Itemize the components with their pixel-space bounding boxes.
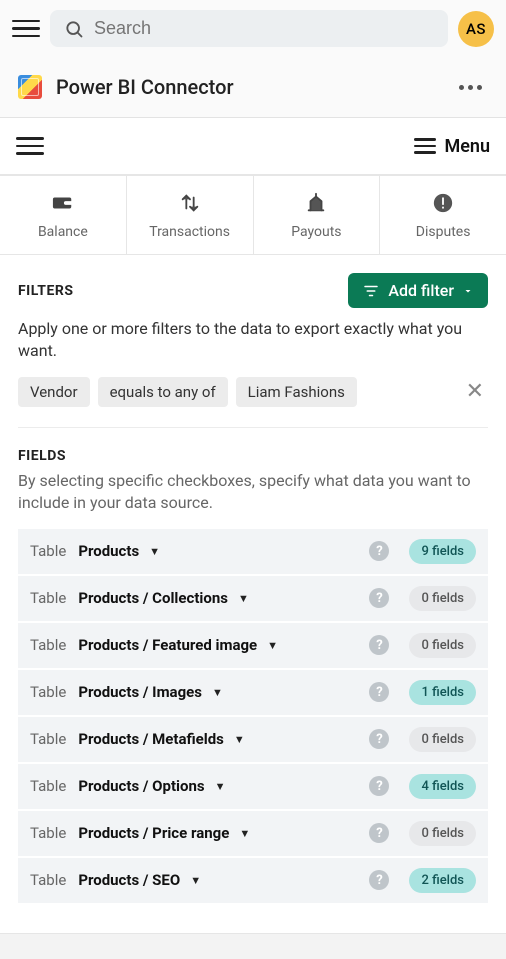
add-filter-button[interactable]: Add filter bbox=[348, 273, 488, 308]
tab-disputes[interactable]: Disputes bbox=[380, 176, 506, 254]
tab-label-payouts: Payouts bbox=[291, 224, 341, 240]
help-icon[interactable]: ? bbox=[369, 870, 389, 890]
table-row[interactable]: Table Products / SEO ▼ ? 2 fields bbox=[18, 858, 488, 903]
table-name: Products / Options bbox=[78, 777, 204, 795]
field-count-badge: 2 fields bbox=[409, 868, 476, 893]
menu-button-label: Menu bbox=[444, 136, 490, 157]
field-count-badge: 0 fields bbox=[409, 821, 476, 846]
app-title: Power BI Connector bbox=[56, 75, 234, 99]
field-count-badge: 9 fields bbox=[409, 539, 476, 564]
more-icon[interactable] bbox=[453, 79, 488, 96]
table-prefix: Table bbox=[30, 777, 66, 795]
content: FILTERS Add filter Apply one or more fil… bbox=[0, 255, 506, 903]
disputes-icon bbox=[432, 192, 454, 218]
filter-chip[interactable]: Liam Fashions bbox=[236, 377, 357, 407]
filter-chip[interactable]: Vendor bbox=[18, 377, 90, 407]
table-prefix: Table bbox=[30, 730, 66, 748]
help-icon[interactable]: ? bbox=[369, 776, 389, 796]
tab-transactions[interactable]: Transactions bbox=[127, 176, 254, 254]
search-icon bbox=[64, 19, 84, 39]
chevron-down-icon: ▼ bbox=[149, 545, 160, 558]
table-row[interactable]: Table Products / Metafields ▼ ? 0 fields bbox=[18, 717, 488, 762]
table-name: Products / Featured image bbox=[78, 636, 257, 654]
content-menu-icon[interactable] bbox=[16, 132, 44, 160]
field-count-badge: 0 fields bbox=[409, 633, 476, 658]
filter-chip-row: Vendor equals to any of Liam Fashions ✕ bbox=[18, 377, 488, 428]
table-row[interactable]: Table Products / Featured image ▼ ? 0 fi… bbox=[18, 623, 488, 668]
chevron-down-icon: ▼ bbox=[215, 780, 226, 793]
table-name: Products / Metafields bbox=[78, 730, 224, 748]
close-icon[interactable]: ✕ bbox=[462, 381, 488, 403]
fields-title: FIELDS bbox=[18, 448, 488, 464]
table-prefix: Table bbox=[30, 542, 66, 560]
tab-label-balance: Balance bbox=[38, 224, 88, 240]
tabs-row: Balance Transactions Payouts Disputes bbox=[0, 176, 506, 255]
main-menu-icon[interactable] bbox=[12, 15, 40, 43]
tab-payouts[interactable]: Payouts bbox=[254, 176, 381, 254]
chevron-down-icon: ▼ bbox=[212, 686, 223, 699]
table-prefix: Table bbox=[30, 824, 66, 842]
filters-description: Apply one or more filters to the data to… bbox=[18, 318, 488, 363]
tab-balance[interactable]: Balance bbox=[0, 176, 127, 254]
filter-icon bbox=[362, 282, 380, 300]
menu-button-icon bbox=[414, 132, 436, 160]
top-bar: AS bbox=[0, 0, 506, 57]
avatar[interactable]: AS bbox=[458, 11, 494, 47]
help-icon[interactable]: ? bbox=[369, 682, 389, 702]
transactions-icon bbox=[178, 192, 202, 218]
help-icon[interactable]: ? bbox=[369, 729, 389, 749]
chevron-down-icon: ▼ bbox=[239, 827, 250, 840]
help-icon[interactable]: ? bbox=[369, 635, 389, 655]
table-prefix: Table bbox=[30, 636, 66, 654]
menu-button[interactable]: Menu bbox=[414, 132, 490, 160]
chevron-down-icon: ▼ bbox=[190, 874, 201, 887]
add-filter-label: Add filter bbox=[388, 281, 454, 300]
help-icon[interactable]: ? bbox=[369, 541, 389, 561]
table-prefix: Table bbox=[30, 683, 66, 701]
table-row[interactable]: Table Products / Images ▼ ? 1 fields bbox=[18, 670, 488, 715]
field-count-badge: 0 fields bbox=[409, 727, 476, 752]
search-box[interactable] bbox=[50, 10, 448, 47]
search-input[interactable] bbox=[94, 18, 434, 39]
table-row[interactable]: Table Products / Options ▼ ? 4 fields bbox=[18, 764, 488, 809]
app-icon bbox=[18, 75, 42, 99]
help-icon[interactable]: ? bbox=[369, 823, 389, 843]
filter-chip[interactable]: equals to any of bbox=[98, 377, 228, 407]
table-name: Products / Collections bbox=[78, 589, 228, 607]
payouts-icon bbox=[304, 192, 328, 218]
field-count-badge: 1 fields bbox=[409, 680, 476, 705]
fields-list: Table Products ▼ ? 9 fields Table Produc… bbox=[18, 529, 488, 903]
footer-gap bbox=[0, 933, 506, 959]
table-prefix: Table bbox=[30, 589, 66, 607]
field-count-badge: 0 fields bbox=[409, 586, 476, 611]
table-prefix: Table bbox=[30, 871, 66, 889]
table-row[interactable]: Table Products ▼ ? 9 fields bbox=[18, 529, 488, 574]
field-count-badge: 4 fields bbox=[409, 774, 476, 799]
tab-label-transactions: Transactions bbox=[149, 224, 230, 240]
table-name: Products / Price range bbox=[78, 824, 229, 842]
chevron-down-icon bbox=[462, 285, 474, 297]
table-row[interactable]: Table Products / Collections ▼ ? 0 field… bbox=[18, 576, 488, 621]
table-name: Products / SEO bbox=[78, 871, 180, 889]
help-icon[interactable]: ? bbox=[369, 588, 389, 608]
table-row[interactable]: Table Products / Price range ▼ ? 0 field… bbox=[18, 811, 488, 856]
chevron-down-icon: ▼ bbox=[234, 733, 245, 746]
table-name: Products bbox=[78, 542, 139, 560]
app-header: Power BI Connector bbox=[0, 57, 506, 118]
fields-description: By selecting specific checkboxes, specif… bbox=[18, 470, 488, 515]
table-name: Products / Images bbox=[78, 683, 202, 701]
sub-nav: Menu bbox=[0, 118, 506, 176]
chevron-down-icon: ▼ bbox=[238, 592, 249, 605]
filters-title: FILTERS bbox=[18, 283, 73, 299]
chevron-down-icon: ▼ bbox=[267, 639, 278, 652]
tab-label-disputes: Disputes bbox=[416, 224, 471, 240]
balance-icon bbox=[51, 192, 75, 218]
